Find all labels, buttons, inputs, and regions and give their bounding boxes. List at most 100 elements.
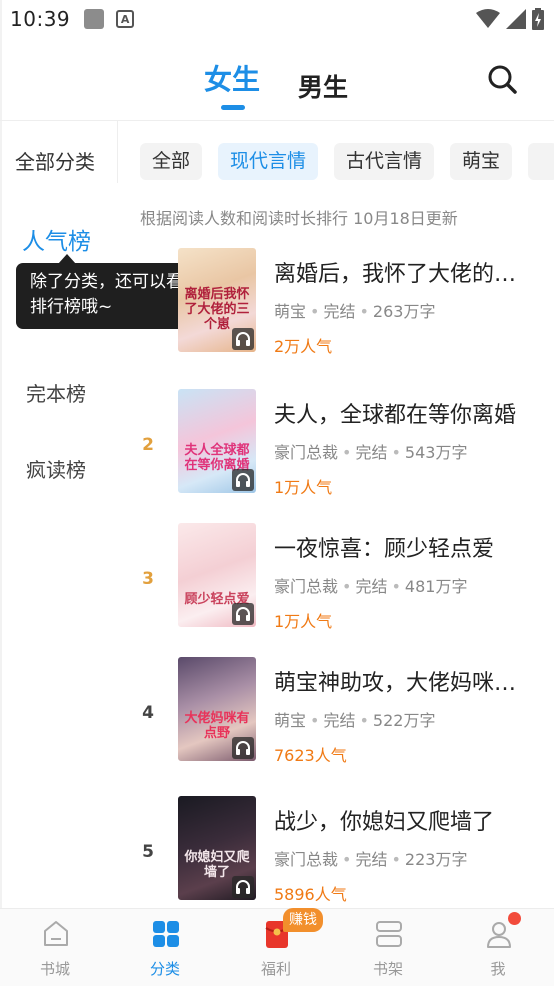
- book-words: 263万字: [372, 302, 436, 321]
- nav-label: 分类: [149, 960, 180, 978]
- book-cover[interactable]: 离婚后我怀了大佬的三个崽: [178, 248, 256, 352]
- notification-dot: [508, 912, 521, 925]
- meta-dot: •: [391, 443, 401, 462]
- nav-category[interactable]: 分类: [125, 909, 205, 986]
- book-popularity: 7623人气: [274, 746, 347, 765]
- headphones-icon[interactable]: [232, 876, 254, 898]
- meta-dot: •: [391, 577, 401, 596]
- signal-icon: [506, 9, 526, 29]
- book-cover[interactable]: 你媳妇又爬墙了: [178, 796, 256, 900]
- book-popularity: 1万人气: [274, 612, 333, 631]
- status-time: 10:39: [10, 7, 71, 31]
- tab-male[interactable]: 男生: [298, 68, 348, 104]
- sidebar-separator: [117, 121, 118, 183]
- notification-icon: [84, 9, 105, 29]
- book-title: 一夜惊喜：顾少轻点爱: [274, 537, 495, 562]
- book-category: 豪门总裁: [274, 443, 339, 462]
- sidebar-item-popular[interactable]: 人气榜: [22, 222, 91, 256]
- search-icon[interactable]: [487, 64, 519, 96]
- chip-all[interactable]: 全部: [140, 143, 203, 180]
- book-meta: 豪门总裁 • 完结 • 223万字: [274, 846, 467, 870]
- tab-female[interactable]: 女生: [204, 58, 260, 98]
- book-words: 522万字: [372, 711, 436, 730]
- headphones-icon[interactable]: [232, 328, 254, 350]
- book-category: 豪门总裁: [274, 850, 339, 869]
- nav-bookshelf[interactable]: 书架: [348, 909, 428, 986]
- nav-label: 书城: [39, 960, 70, 978]
- nav-bookstore[interactable]: 书城: [15, 909, 95, 986]
- book-title: 夫人，全球都在等你离婚: [274, 403, 517, 428]
- book-meta: 萌宝 • 完结 • 263万字: [274, 298, 435, 322]
- rank-number: 4: [142, 703, 154, 723]
- all-categories-button[interactable]: 全部分类: [15, 146, 95, 175]
- wifi-icon: [476, 9, 500, 28]
- top-tabs: 女生 男生: [0, 58, 554, 118]
- tab-indicator: [221, 105, 245, 110]
- meta-dot: •: [310, 302, 320, 321]
- nav-label: 书架: [372, 960, 403, 978]
- nav-me[interactable]: 我: [458, 909, 538, 986]
- rank-number: 3: [142, 569, 154, 589]
- meta-dot: •: [310, 711, 320, 730]
- category-chips: 全部 现代言情 古代言情 萌宝: [140, 143, 554, 181]
- book-meta: 萌宝 • 完结 • 522万字: [274, 707, 435, 731]
- book-words: 543万字: [404, 443, 468, 462]
- sidebar-item-crazy-read[interactable]: 疯读榜: [26, 454, 86, 483]
- bookstore-icon: [44, 921, 68, 946]
- bookshelf-icon: [376, 921, 402, 947]
- book-meta: 豪门总裁 • 完结 • 543万字: [274, 439, 467, 463]
- category-icon: [153, 921, 179, 947]
- book-words: 481万字: [404, 577, 468, 596]
- rank-number: 5: [142, 842, 154, 862]
- book-popularity: 1万人气: [274, 478, 333, 497]
- battery-icon: [532, 8, 544, 30]
- book-category: 豪门总裁: [274, 577, 339, 596]
- headphones-icon[interactable]: [232, 469, 254, 491]
- book-title: 离婚后，我怀了大佬的…: [274, 262, 517, 287]
- nav-label: 我: [490, 960, 506, 978]
- book-meta: 豪门总裁 • 完结 • 481万字: [274, 573, 467, 597]
- list-item[interactable]: 2 夫人全球都在等你离婚 夫人，全球都在等你离婚 豪门总裁 • 完结 • 543万字 1…: [130, 389, 554, 499]
- meta-dot: •: [391, 850, 401, 869]
- book-status: 完结: [323, 302, 356, 321]
- list-item[interactable]: 4 大佬妈咪有点野 萌宝神助攻，大佬妈咪… 萌宝 • 完结 • 522万字 7623人气: [130, 657, 554, 767]
- rank-number: 2: [142, 435, 154, 455]
- book-category: 萌宝: [274, 302, 307, 321]
- status-bar: 10:39 A: [0, 0, 554, 38]
- meta-dot: •: [359, 302, 369, 321]
- chip-partial[interactable]: [528, 143, 554, 180]
- book-status: 完结: [355, 443, 388, 462]
- chip-modern-romance[interactable]: 现代言情: [218, 143, 319, 180]
- book-words: 223万字: [404, 850, 468, 869]
- chip-cute-baby[interactable]: 萌宝: [450, 143, 513, 180]
- book-category: 萌宝: [274, 711, 307, 730]
- list-item[interactable]: 5 你媳妇又爬墙了 战少，你媳妇又爬墙了 豪门总裁 • 完结 • 223万字 5896人…: [130, 796, 554, 906]
- book-popularity: 2万人气: [274, 337, 333, 356]
- book-title: 萌宝神助攻，大佬妈咪…: [274, 671, 517, 696]
- book-cover[interactable]: 顾少轻点爱: [178, 523, 256, 627]
- headphones-icon[interactable]: [232, 737, 254, 759]
- cover-title: 离婚后我怀了大佬的三个崽: [184, 287, 250, 332]
- book-status: 完结: [323, 711, 356, 730]
- nav-label: 福利: [260, 960, 291, 978]
- list-item[interactable]: 3 顾少轻点爱 一夜惊喜：顾少轻点爱 豪门总裁 • 完结 • 481万字 1万人气: [130, 523, 554, 633]
- sidebar-item-finished[interactable]: 完本榜: [26, 378, 86, 407]
- meta-dot: •: [342, 443, 352, 462]
- chip-ancient-romance[interactable]: 古代言情: [334, 143, 435, 180]
- book-title: 战少，你媳妇又爬墙了: [274, 810, 495, 835]
- meta-dot: •: [342, 577, 352, 596]
- bottom-nav: 书城 分类 福利 书架 我: [0, 908, 554, 986]
- meta-dot: •: [342, 850, 352, 869]
- book-status: 完结: [355, 577, 388, 596]
- a-notification-icon: A: [116, 10, 135, 28]
- book-cover[interactable]: 大佬妈咪有点野: [178, 657, 256, 761]
- meta-dot: •: [359, 711, 369, 730]
- rank-note: 根据阅读人数和阅读时长排行 10月18日更新: [140, 209, 458, 228]
- headphones-icon[interactable]: [232, 603, 254, 625]
- book-popularity: 5896人气: [274, 885, 347, 904]
- status-right: [476, 8, 544, 30]
- list-item[interactable]: 1 离婚后我怀了大佬的三个崽 离婚后，我怀了大佬的… 萌宝•完结•263万字 2…: [130, 248, 554, 358]
- book-status: 完结: [355, 850, 388, 869]
- book-cover[interactable]: 夫人全球都在等你离婚: [178, 389, 256, 493]
- earn-badge: 赚钱: [283, 908, 323, 932]
